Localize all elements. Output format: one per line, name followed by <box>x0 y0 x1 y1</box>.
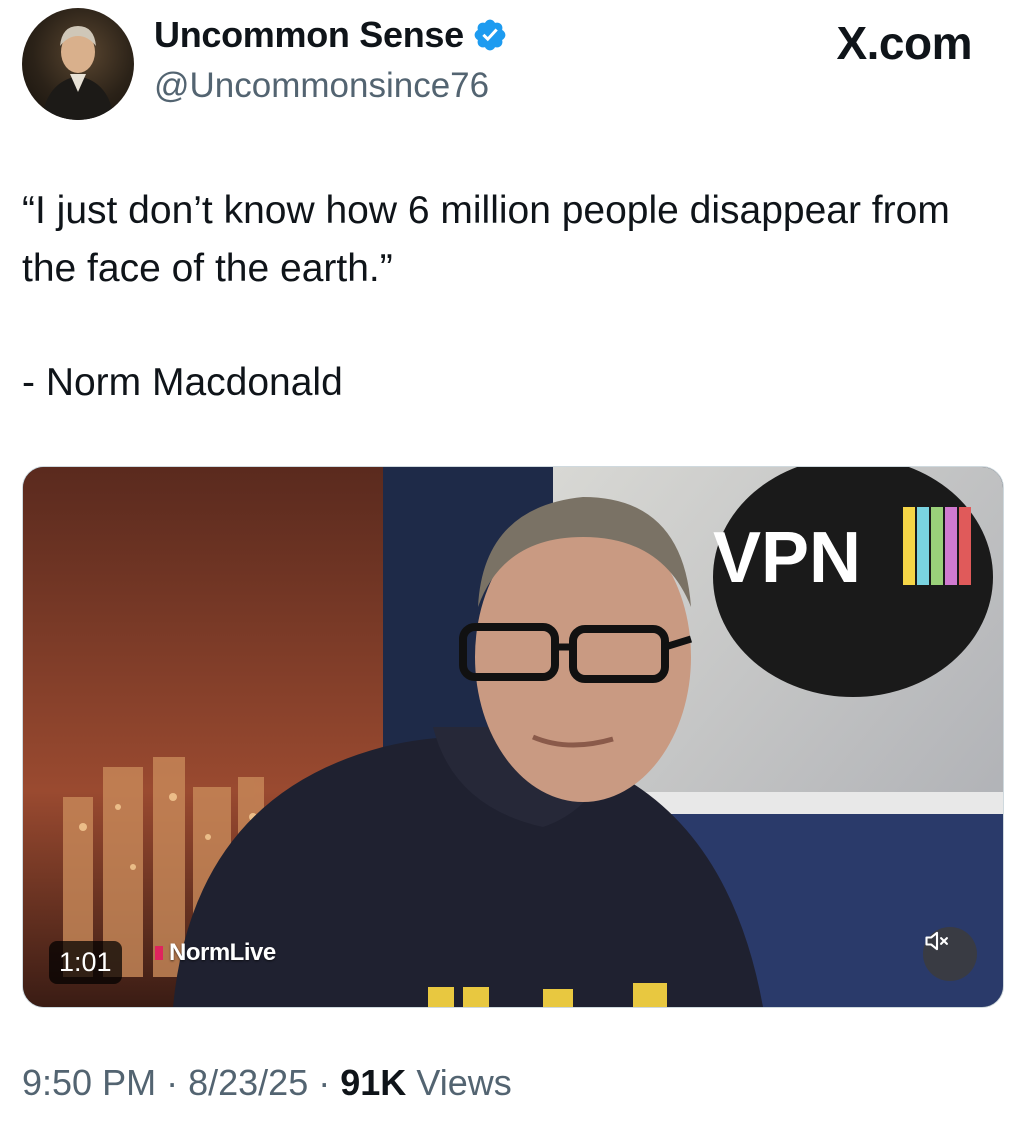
views-label: Views <box>416 1062 512 1103</box>
speaker-muted-icon <box>925 931 948 951</box>
meta-separator: · <box>318 1062 331 1103</box>
verified-badge-icon <box>474 19 506 51</box>
meta-separator: · <box>166 1062 179 1103</box>
tweet-date[interactable]: 8/23/25 <box>188 1062 308 1103</box>
tweet-time[interactable]: 9:50 PM <box>22 1062 156 1103</box>
video-frame: VPN <box>23 467 1003 1007</box>
tweet-attribution: - Norm Macdonald <box>22 361 343 404</box>
author-handle[interactable]: @Uncommonsince76 <box>154 66 489 106</box>
video-duration: 1:01 <box>49 941 122 984</box>
watermark-mark-icon <box>155 946 163 960</box>
vpn-logo-text: VPN <box>713 518 861 598</box>
video-watermark: NormLive <box>155 939 276 967</box>
watermark-text: NormLive <box>169 939 276 966</box>
views-count: 91K <box>340 1062 407 1103</box>
tweet-quote: “I just don’t know how 6 million people … <box>22 189 950 290</box>
video-player[interactable]: VPN 1:01 NormLive <box>22 466 1004 1008</box>
source-label: X.com <box>836 17 972 69</box>
mute-button[interactable] <box>923 927 977 981</box>
author-name[interactable]: Uncommon Sense <box>154 14 508 56</box>
tweet-timestamp[interactable]: 9:50 PM · 8/23/25 · 91K Views <box>22 1062 512 1104</box>
avatar-portrait <box>42 26 114 120</box>
author-name-text[interactable]: Uncommon Sense <box>154 14 464 56</box>
tweet-text: “I just don’t know how 6 million people … <box>22 182 1002 298</box>
avatar[interactable] <box>22 8 134 120</box>
